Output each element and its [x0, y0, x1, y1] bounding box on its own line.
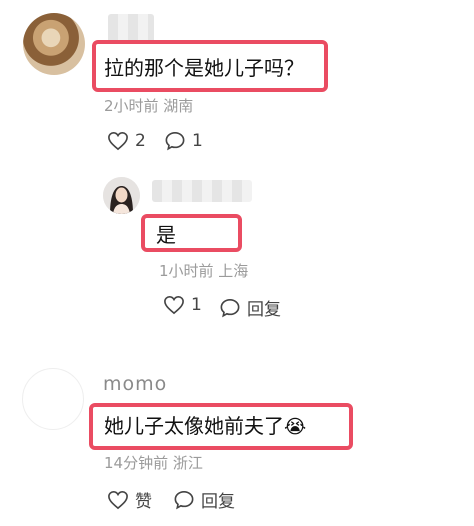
- crying-emoji-icon: 😭: [284, 416, 307, 438]
- comment-text: 是: [156, 223, 176, 247]
- like-button[interactable]: 赞: [107, 487, 152, 512]
- avatar[interactable]: [23, 13, 85, 75]
- like-button[interactable]: 1: [163, 295, 202, 315]
- heart-icon: [164, 295, 184, 315]
- comment-bubble-icon: [174, 490, 194, 509]
- comment-meta: 2小时前 湖南: [104, 97, 194, 115]
- reply-label: 回复: [247, 300, 281, 320]
- comment-bubble-icon: [220, 298, 240, 317]
- comment-bubble-icon: [165, 131, 185, 151]
- like-label: 赞: [135, 492, 152, 512]
- comment-text: 拉的那个是她儿子吗？: [104, 56, 304, 80]
- portrait-icon: [103, 177, 140, 214]
- comment-meta: 14分钟前 浙江: [104, 454, 203, 472]
- like-count: 1: [191, 295, 202, 315]
- avatar[interactable]: [103, 177, 140, 214]
- comment-text: 她儿子太像她前夫了😭: [104, 410, 306, 439]
- comment-text-content: 她儿子太像她前夫了: [104, 414, 284, 438]
- avatar[interactable]: [22, 368, 84, 430]
- username-blurred[interactable]: [152, 180, 252, 202]
- reply-button[interactable]: 回复: [219, 295, 281, 320]
- heart-icon: [108, 131, 128, 151]
- reply-label: 回复: [201, 492, 235, 512]
- like-button[interactable]: 2: [107, 131, 146, 151]
- heart-icon: [108, 490, 128, 509]
- reply-button[interactable]: 1: [164, 131, 203, 151]
- like-count: 2: [135, 131, 146, 151]
- reply-button[interactable]: 回复: [173, 487, 235, 512]
- comment-meta: 1小时前 上海: [159, 262, 249, 280]
- username[interactable]: momo: [103, 373, 167, 395]
- reply-count: 1: [192, 131, 203, 151]
